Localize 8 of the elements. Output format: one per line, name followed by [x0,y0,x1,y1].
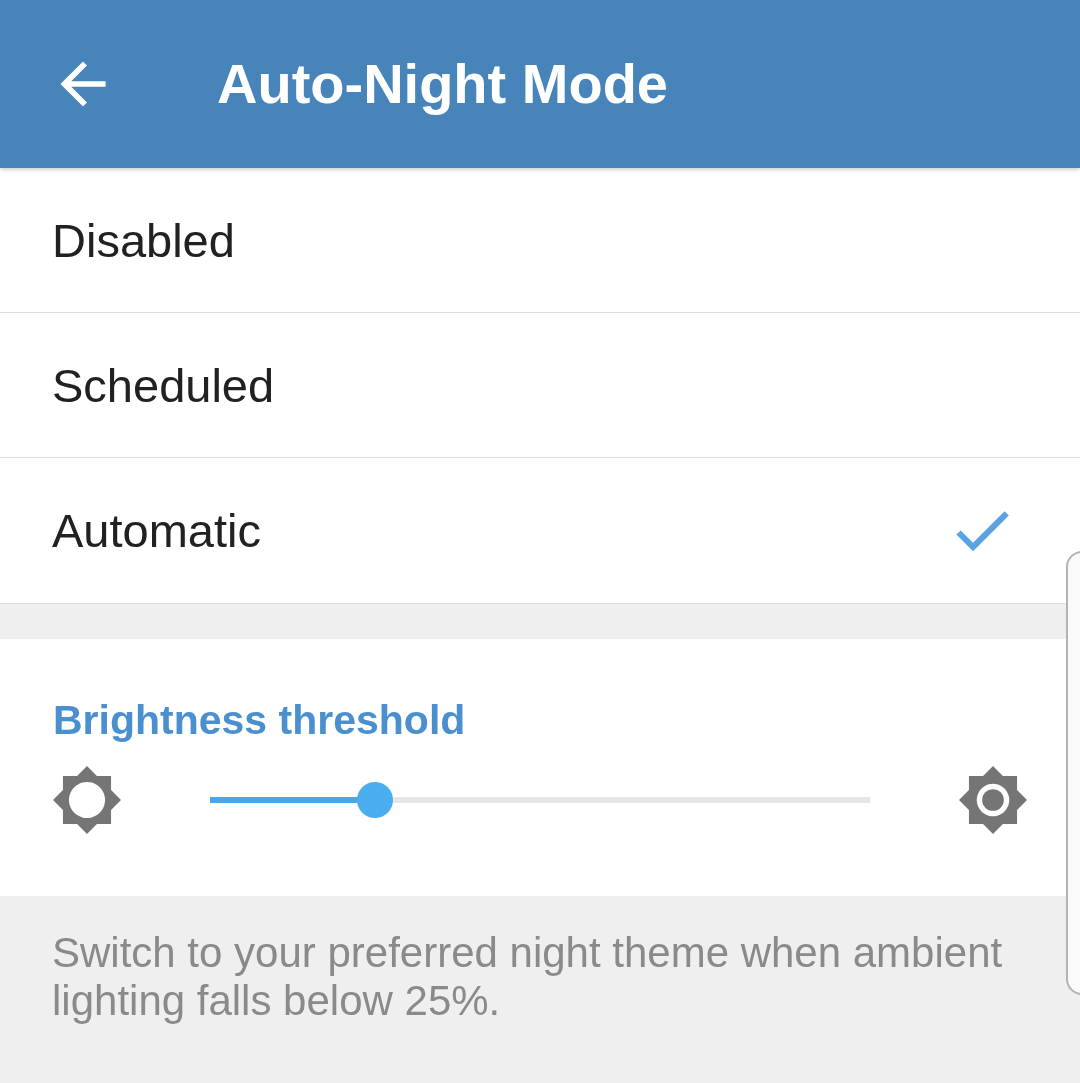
low-brightness-icon [53,766,121,834]
high-brightness-icon [959,766,1027,834]
checkmark-icon [954,510,1010,551]
screen-title: Auto-Night Mode [217,51,668,117]
slider-thumb[interactable] [357,782,393,818]
section-title: Brightness threshold [53,696,466,745]
hint-text: Switch to your preferred night theme when ambient lighting falls below 25%. [52,929,1004,1025]
back-arrow-icon[interactable] [59,60,107,108]
